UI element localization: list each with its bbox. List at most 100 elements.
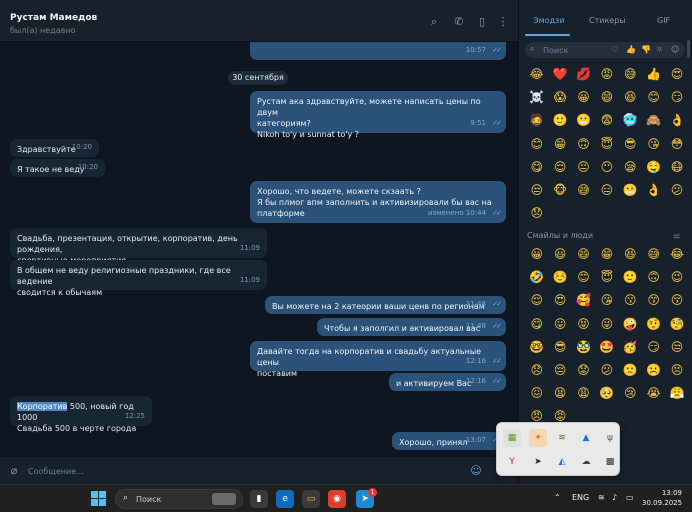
emoji-item[interactable]: 🥶 [619,109,642,132]
message-bubble[interactable]: Хорошо, принял 13:07 ✓✓ [392,432,506,450]
emoji-item[interactable]: ☠️ [525,86,548,109]
emoji-item[interactable]: 🤩 [595,336,618,359]
phone-icon[interactable]: ✆ [452,15,466,29]
like-category-icon[interactable]: 👍 [626,45,636,54]
emoji-item[interactable]: 😐 [572,156,595,179]
emoji-item[interactable]: 😪 [619,156,642,179]
selected-text[interactable]: Корпоратив [17,402,68,411]
taskbar-search[interactable]: ⌕ [115,489,243,509]
emoji-item[interactable]: ☺️ [548,266,571,289]
emoji-item[interactable]: 😍 [665,63,688,86]
emoji-item[interactable]: 😏 [665,86,688,109]
message-bubble[interactable]: Здравствуйте 10:20 [10,139,99,157]
emoji-item[interactable]: 😎 [619,133,642,156]
message-bubble[interactable]: Чтобы я заполгил и активировал вас 11:48… [317,318,506,336]
emoji-item[interactable]: 😀 [525,243,548,266]
emoji-item[interactable]: 🙃 [572,133,595,156]
more-menu-icon[interactable]: ⋮ [496,15,510,29]
yandex-icon[interactable]: Y [503,453,521,471]
message-bubble[interactable]: Вы можете на 2 катеории ваши ценв по рег… [265,296,506,314]
message-bubble[interactable]: Хорошо, что ведете, можете скзаать ? Я б… [250,181,506,223]
emoji-item[interactable]: 😬 [619,179,642,202]
nvidia-icon[interactable]: ▦ [503,429,521,447]
grid-icon[interactable]: ▩ [601,453,619,471]
message-bubble[interactable]: и активируем Вас 12:16 ✓✓ [389,373,506,391]
emoji-item[interactable]: 😆 [619,243,642,266]
message-bubble-top[interactable]: 10:57 ✓✓ [250,42,506,60]
message-bubble[interactable]: Давайте тогда на корпоратив и свадьбу ак… [250,341,506,378]
emoji-item[interactable]: 😛 [548,313,571,336]
emoji-item[interactable]: 😘 [595,289,618,312]
emoji-item[interactable]: 🙂 [548,109,571,132]
skin-tone-icon[interactable]: ⚌ [673,231,680,240]
emoji-item[interactable]: 😏 [642,336,665,359]
emoji-item[interactable]: 😭 [642,382,665,405]
emoji-item[interactable]: 💋 [572,63,595,86]
chat-header[interactable]: Рустам Мамедов был(а) недавно ⌕ ✆ ▯ ⋮ [0,0,518,42]
dislike-category-icon[interactable]: 👎 [641,45,651,54]
emoji-item[interactable]: 😊 [525,133,548,156]
emoji-item[interactable]: 😜 [595,313,618,336]
emoji-item[interactable]: 🤣 [525,266,548,289]
emoji-scrollbar[interactable] [687,40,690,58]
message-bubble[interactable]: В общем не веду религиозные праздники, г… [10,260,267,297]
volume-icon[interactable]: ♪ [612,493,617,502]
sidebar-toggle-icon[interactable]: ▯ [475,15,489,29]
emoji-item[interactable]: 😞 [525,202,548,225]
emoji-item[interactable]: 😇 [595,133,618,156]
emoji-item[interactable]: 🧐 [665,313,688,336]
taskbar-clock[interactable]: 13:09 30.09.2025 [642,488,682,508]
message-bubble[interactable]: Корпоратив 500, новый год 1000 Свадьба 5… [10,396,152,433]
contact-name[interactable]: Рустам Мамедов [10,13,97,23]
heart-category-icon[interactable]: ♡ [611,45,618,54]
drive-sync-icon[interactable]: ◭ [553,453,571,471]
emoji-item[interactable]: 😖 [525,382,548,405]
app-orange-icon[interactable]: ✦ [529,429,547,447]
start-button[interactable] [91,491,106,506]
emoji-item[interactable]: 🧔 [525,109,548,132]
emoji-item[interactable]: 😱 [548,86,571,109]
emoji-item[interactable]: 🥸 [572,336,595,359]
emoji-item[interactable]: 🤪 [619,313,642,336]
emoji-item[interactable]: 😚 [665,289,688,312]
wifi-icon[interactable]: ≋ [598,493,605,502]
usb-icon[interactable]: ψ [601,429,619,447]
emoji-item[interactable]: 😩 [572,382,595,405]
emoji-item[interactable]: ❤️ [548,63,571,86]
chrome-icon[interactable]: ◉ [328,490,346,508]
emoji-item[interactable]: 🙁 [619,359,642,382]
emoji-item[interactable]: 😝 [572,313,595,336]
emoji-item[interactable]: 🥺 [595,382,618,405]
emoji-item[interactable]: 😌 [548,156,571,179]
emoji-item[interactable]: 😅 [619,63,642,86]
emoji-search-input[interactable] [543,44,603,56]
emoji-item[interactable]: 😫 [548,382,571,405]
emoji-item[interactable]: 😒 [525,179,548,202]
emoji-item[interactable]: 😘 [642,133,665,156]
emoji-item[interactable]: 😎 [548,336,571,359]
emoji-item[interactable]: 😑 [595,179,618,202]
emoji-item[interactable]: 🐵 [548,179,571,202]
emoji-item[interactable]: 😃 [548,243,571,266]
emoji-item[interactable]: 😶 [595,156,618,179]
tab-stickers[interactable]: Стикеры [589,16,626,25]
emoji-item[interactable]: 😋 [525,313,548,336]
emoji-item[interactable]: 😡 [595,63,618,86]
emoji-item[interactable]: 😬 [572,109,595,132]
emoji-item[interactable]: 😁 [548,133,571,156]
emoji-item[interactable]: 😨 [595,109,618,132]
emoji-item[interactable]: 😇 [595,266,618,289]
message-input[interactable] [28,463,448,479]
emoji-item[interactable]: 😞 [525,359,548,382]
emoji-item[interactable]: 😤 [665,382,688,405]
language-indicator[interactable]: ENG [572,493,589,502]
emoji-item[interactable]: 😉 [665,266,688,289]
emoji-item[interactable]: 😂 [525,63,548,86]
emoji-item[interactable]: 😊 [642,86,665,109]
emoji-item[interactable]: 🥰 [572,289,595,312]
search-icon[interactable]: ⌕ [427,15,441,29]
tab-emoji[interactable]: Эмодзи [533,16,565,25]
emoji-item[interactable]: 😂 [665,243,688,266]
emoji-item[interactable]: 😌 [525,289,548,312]
attach-icon[interactable]: ⌀ [6,463,22,479]
